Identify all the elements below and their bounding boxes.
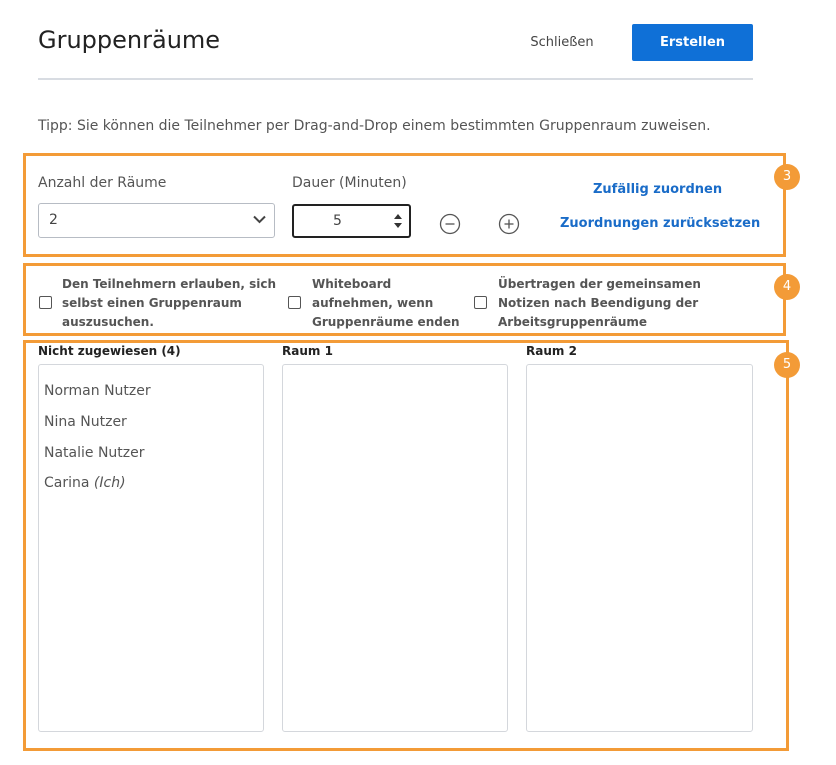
rooms-count-value: 2: [49, 212, 58, 228]
rooms-count-select[interactable]: 2: [38, 203, 275, 238]
record-whiteboard-label[interactable]: Whiteboard aufnehmen, wenn Gruppenräume …: [312, 275, 460, 332]
close-button[interactable]: Schließen: [510, 24, 614, 60]
decrease-icon[interactable]: [439, 213, 461, 235]
room2-list[interactable]: [526, 364, 753, 732]
increase-icon[interactable]: [498, 213, 520, 235]
participant-norman[interactable]: Norman Nutzer: [44, 383, 151, 399]
page-title: Gruppenräume: [38, 26, 221, 54]
annotation-badge-5: 5: [774, 352, 800, 378]
duration-stepper[interactable]: 5: [292, 204, 411, 238]
tip-text: Tipp: Sie können die Teilnehmer per Drag…: [38, 118, 711, 134]
self-marker: (Ich): [93, 475, 126, 491]
transfer-notes-label[interactable]: Übertragen der gemeinsamen Notizen nach …: [498, 275, 701, 332]
allow-choose-checkbox[interactable]: [39, 296, 52, 309]
transfer-notes-checkbox[interactable]: [474, 296, 487, 309]
create-button[interactable]: Erstellen: [632, 24, 753, 61]
unassigned-title: Nicht zugewiesen (4): [38, 344, 181, 358]
participant-carina[interactable]: Carina (Ich): [44, 475, 126, 491]
record-whiteboard-checkbox[interactable]: [288, 296, 301, 309]
room2-title: Raum 2: [526, 344, 577, 358]
random-assign-link[interactable]: Zufällig zuordnen: [593, 182, 722, 197]
header-divider: [38, 78, 753, 80]
unassigned-list[interactable]: Norman Nutzer Nina Nutzer Natalie Nutzer…: [38, 364, 264, 732]
spinner-arrows-icon[interactable]: [393, 213, 403, 229]
allow-choose-label[interactable]: Den Teilnehmern erlauben, sich selbst ei…: [62, 275, 276, 332]
annotation-badge-3: 3: [774, 164, 800, 190]
chevron-down-icon: [253, 215, 266, 224]
room1-list[interactable]: [282, 364, 508, 732]
participant-nina[interactable]: Nina Nutzer: [44, 414, 127, 430]
reset-assignments-link[interactable]: Zuordnungen zurücksetzen: [560, 216, 760, 231]
rooms-count-label: Anzahl der Räume: [38, 175, 167, 191]
duration-value: 5: [333, 213, 342, 229]
duration-label: Dauer (Minuten): [292, 175, 407, 191]
annotation-badge-4: 4: [774, 274, 800, 300]
participant-natalie[interactable]: Natalie Nutzer: [44, 445, 145, 461]
room1-title: Raum 1: [282, 344, 333, 358]
